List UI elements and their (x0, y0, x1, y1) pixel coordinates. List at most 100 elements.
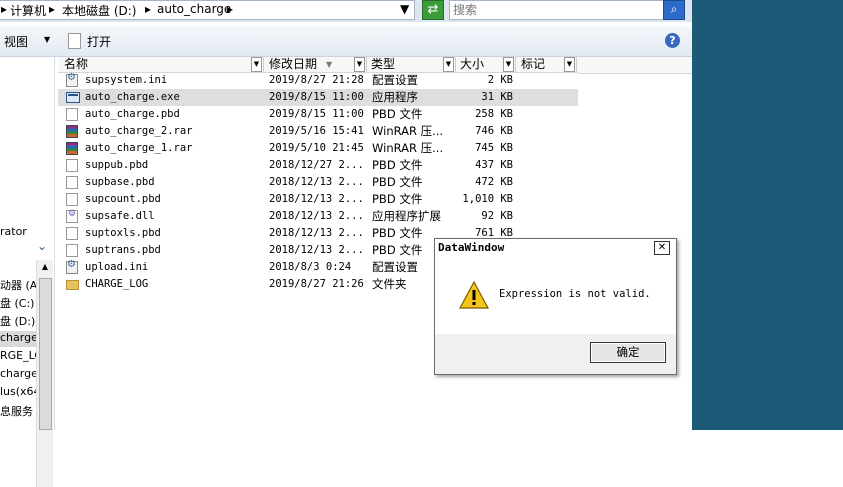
file-date: 2018/12/13 2... (269, 176, 364, 188)
file-type: PBD 文件 (372, 175, 423, 189)
search-icon[interactable]: ⌕ (663, 0, 685, 20)
rar-icon (66, 142, 78, 155)
nav-item-floppy[interactable]: 动器 (A (0, 277, 37, 293)
file-row[interactable]: supbase.pbd 2018/12/13 2... PBD 文件 472 KB (58, 174, 578, 191)
ini-icon (66, 259, 78, 274)
nav-item[interactable]: rator (0, 225, 27, 238)
address-dropdown-icon[interactable]: ▼ (400, 2, 409, 16)
file-size: 92 KB (481, 210, 513, 222)
file-name: CHARGE_LOG (85, 278, 149, 290)
breadcrumb-separator-icon: ▸ (49, 2, 56, 16)
file-size: 472 KB (475, 176, 513, 188)
open-button[interactable]: 打开 (87, 33, 111, 50)
nav-item-info-service[interactable]: 息服务 (0, 403, 33, 419)
exe-icon (66, 92, 80, 103)
scroll-up-icon[interactable]: ▲ (37, 260, 53, 274)
file-date: 2018/12/13 2... (269, 193, 364, 205)
command-bar: 视图 ▼ 打开 ? (0, 26, 692, 57)
file-size: 2 KB (487, 74, 513, 86)
file-name: auto_charge.exe (85, 91, 180, 103)
open-file-icon (68, 33, 81, 49)
file-size: 258 KB (475, 108, 513, 120)
file-date: 2019/5/10 21:45 (269, 142, 364, 154)
breadcrumb-drive-d[interactable]: 本地磁盘 (D:) (62, 2, 136, 19)
file-name: suptoxls.pbd (85, 227, 161, 239)
file-name: supsafe.dll (85, 210, 155, 222)
chevron-down-icon[interactable]: ▼ (564, 57, 575, 72)
breadcrumb[interactable]: ▸ 计算机 ▸ 本地磁盘 (D:) ▸ auto_charge ▸ ▼ (0, 0, 415, 20)
nav-item-auto-charge[interactable]: charge (0, 331, 38, 347)
file-name: auto_charge_1.rar (85, 142, 193, 154)
file-row[interactable]: suppub.pbd 2018/12/27 2... PBD 文件 437 KB (58, 157, 578, 174)
column-headers: 名称 ▼ 修改日期 ▼ ▼ 类型 ▼ 大小 ▼ 标记 ▼ (58, 57, 578, 73)
dll-icon (66, 209, 78, 223)
file-type: PBD 文件 (372, 158, 423, 172)
file-icon (66, 159, 78, 172)
dialog-title: DataWindow (438, 241, 505, 254)
file-size: 31 KB (481, 91, 513, 103)
file-row[interactable]: supsafe.dll 2018/12/13 2... 应用程序扩展 92 KB (58, 208, 578, 225)
breadcrumb-separator-icon: ▸ (227, 2, 234, 16)
help-icon[interactable]: ? (665, 33, 680, 48)
desktop-background (692, 0, 843, 430)
file-size: 437 KB (475, 159, 513, 171)
column-size[interactable]: 大小 ▼ (456, 57, 516, 72)
file-row[interactable]: auto_charge_2.rar 2019/5/16 15:41 WinRAR 压… (58, 123, 578, 140)
file-type: WinRAR 压... (372, 141, 444, 155)
file-row[interactable]: auto_charge.exe 2019/8/15 11:00 应用程序 31 KB (58, 89, 578, 106)
ini-icon (66, 72, 78, 87)
column-name[interactable]: 名称 ▼ (58, 57, 264, 72)
file-date: 2018/12/27 2... (269, 159, 364, 171)
chevron-down-icon[interactable]: ▼ (503, 57, 514, 72)
file-row[interactable]: supcount.pbd 2018/12/13 2... PBD 文件 1,010 K… (58, 191, 578, 208)
file-type: 应用程序 (372, 90, 418, 104)
file-date: 2019/8/27 21:26 (269, 278, 364, 290)
search-input[interactable] (449, 0, 667, 20)
sort-arrow-icon: ▼ (326, 60, 333, 69)
column-tag[interactable]: 标记 ▼ (516, 57, 577, 72)
file-size: 745 KB (475, 142, 513, 154)
chevron-down-icon[interactable]: ▼ (251, 57, 262, 72)
refresh-button[interactable]: ⇄ (422, 0, 444, 20)
file-row[interactable]: auto_charge_1.rar 2019/5/10 21:45 WinRAR 压… (58, 140, 578, 157)
scroll-thumb[interactable] (39, 278, 52, 430)
dialog-titlebar[interactable]: DataWindow ✕ (435, 239, 676, 257)
file-type: 配置设置 (372, 260, 418, 274)
file-name: auto_charge.pbd (85, 108, 180, 120)
file-date: 2018/12/13 2... (269, 210, 364, 222)
file-icon (66, 176, 78, 189)
file-icon (66, 193, 78, 206)
nav-scrollbar[interactable]: ▲ (36, 260, 53, 487)
header-filler (578, 57, 692, 74)
nav-item-drive-d[interactable]: 盘 (D:) (0, 313, 35, 329)
file-name: supcount.pbd (85, 193, 161, 205)
file-date: 2019/8/15 11:00 (269, 91, 364, 103)
column-date[interactable]: 修改日期 ▼ ▼ (264, 57, 367, 72)
file-date: 2019/8/27 21:28 (269, 74, 364, 86)
file-date: 2018/8/3 0:24 (269, 261, 352, 273)
chevron-down-icon[interactable]: ▼ (443, 57, 454, 72)
close-icon[interactable]: ✕ (654, 241, 670, 255)
navigation-pane: ⌄ rator 动器 (A 盘 (C:) 盘 (D:) charge RGE_L… (0, 57, 55, 487)
nav-item-charge[interactable]: charge (0, 367, 38, 380)
chevron-down-icon[interactable]: ⌄ (37, 239, 47, 253)
chevron-down-icon[interactable]: ▼ (354, 57, 365, 72)
dialog-message: Expression is not valid. (499, 288, 651, 300)
file-icon (66, 244, 78, 257)
ok-button[interactable]: 确定 (590, 342, 666, 363)
breadcrumb-auto-charge[interactable]: auto_charge (157, 2, 231, 16)
address-bar: ▸ 计算机 ▸ 本地磁盘 (D:) ▸ auto_charge ▸ ▼ ⇄ ⌕ (0, 0, 692, 22)
file-type: PBD 文件 (372, 192, 423, 206)
file-row[interactable]: supsystem.ini 2019/8/27 21:28 配置设置 2 KB (58, 72, 578, 89)
file-date: 2018/12/13 2... (269, 244, 364, 256)
file-row[interactable]: auto_charge.pbd 2019/8/15 11:00 PBD 文件 258 … (58, 106, 578, 123)
breadcrumb-computer[interactable]: 计算机 (10, 2, 46, 19)
nav-item-drive-c[interactable]: 盘 (C:) (0, 295, 34, 311)
file-date: 2018/12/13 2... (269, 227, 364, 239)
view-menu-button[interactable]: 视图 (4, 33, 28, 50)
file-name: upload.ini (85, 261, 149, 273)
column-type[interactable]: 类型 ▼ (367, 57, 456, 72)
nav-item-plus[interactable]: lus(x64 (0, 385, 41, 398)
chevron-down-icon[interactable]: ▼ (44, 35, 50, 44)
file-type: PBD 文件 (372, 243, 423, 257)
